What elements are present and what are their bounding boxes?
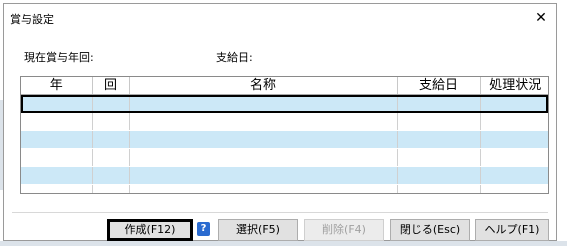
table-cell <box>92 184 130 193</box>
table-cell <box>129 148 398 167</box>
table-cell <box>92 130 130 149</box>
payday-label: 支給日: <box>216 51 253 64</box>
table-cell <box>92 148 130 167</box>
help-button[interactable]: ヘルプ(F1) <box>475 219 549 241</box>
table-cell <box>21 130 93 149</box>
table-cell <box>480 166 548 185</box>
table-cell <box>21 112 93 131</box>
table-cell <box>397 130 481 149</box>
table-cell <box>397 148 481 167</box>
table-cell <box>92 112 130 131</box>
table-cell <box>129 94 398 113</box>
table-cell <box>129 112 398 131</box>
table-cell <box>21 94 93 113</box>
column-header-count[interactable]: 回 <box>92 77 130 95</box>
table-cell <box>21 184 93 193</box>
table-row[interactable] <box>21 112 548 131</box>
table-row[interactable] <box>21 184 548 193</box>
table-cell <box>397 94 481 113</box>
table-row[interactable] <box>21 130 548 149</box>
table-cell <box>129 166 398 185</box>
table-cell <box>397 112 481 131</box>
background-app-bottom <box>0 241 567 246</box>
current-bonus-label: 現在賞与年回: <box>24 51 94 64</box>
divider <box>12 212 548 213</box>
table-cell <box>129 184 398 193</box>
column-header-name[interactable]: 名称 <box>129 77 398 95</box>
table-cell <box>129 130 398 149</box>
table-row[interactable] <box>21 166 548 185</box>
table-cell <box>92 166 130 185</box>
column-header-year[interactable]: 年 <box>21 77 93 95</box>
table-cell <box>480 184 548 193</box>
table-cell <box>21 166 93 185</box>
table-cell <box>397 184 481 193</box>
delete-button: 削除(F4) <box>304 219 384 241</box>
table-cell <box>480 130 548 149</box>
help-icon[interactable]: ? <box>197 222 210 236</box>
table-cell <box>21 148 93 167</box>
table-header-row: 年 回 名称 支給日 処理状況 <box>21 77 548 95</box>
column-header-payday[interactable]: 支給日 <box>397 77 481 95</box>
select-button[interactable]: 選択(F5) <box>218 219 298 241</box>
table-cell <box>480 112 548 131</box>
close-icon[interactable]: ✕ <box>526 4 556 32</box>
table-row[interactable] <box>21 148 548 167</box>
column-header-status[interactable]: 処理状況 <box>480 77 548 95</box>
window-title: 賞与設定 <box>10 13 54 26</box>
create-button[interactable]: 作成(F12) <box>107 219 193 241</box>
table-cell <box>480 148 548 167</box>
bonus-settings-dialog: 賞与設定 ✕ 現在賞与年回: 支給日: 年 回 名称 支給日 処理状況 作成(F… <box>3 3 557 241</box>
table-cell <box>480 94 548 113</box>
table-row[interactable] <box>21 94 548 113</box>
close-button[interactable]: 閉じる(Esc) <box>390 219 470 241</box>
table-cell <box>92 94 130 113</box>
title-bar: 賞与設定 ✕ <box>4 4 556 32</box>
bonus-table[interactable]: 年 回 名称 支給日 処理状況 <box>20 76 549 194</box>
table-cell <box>397 166 481 185</box>
